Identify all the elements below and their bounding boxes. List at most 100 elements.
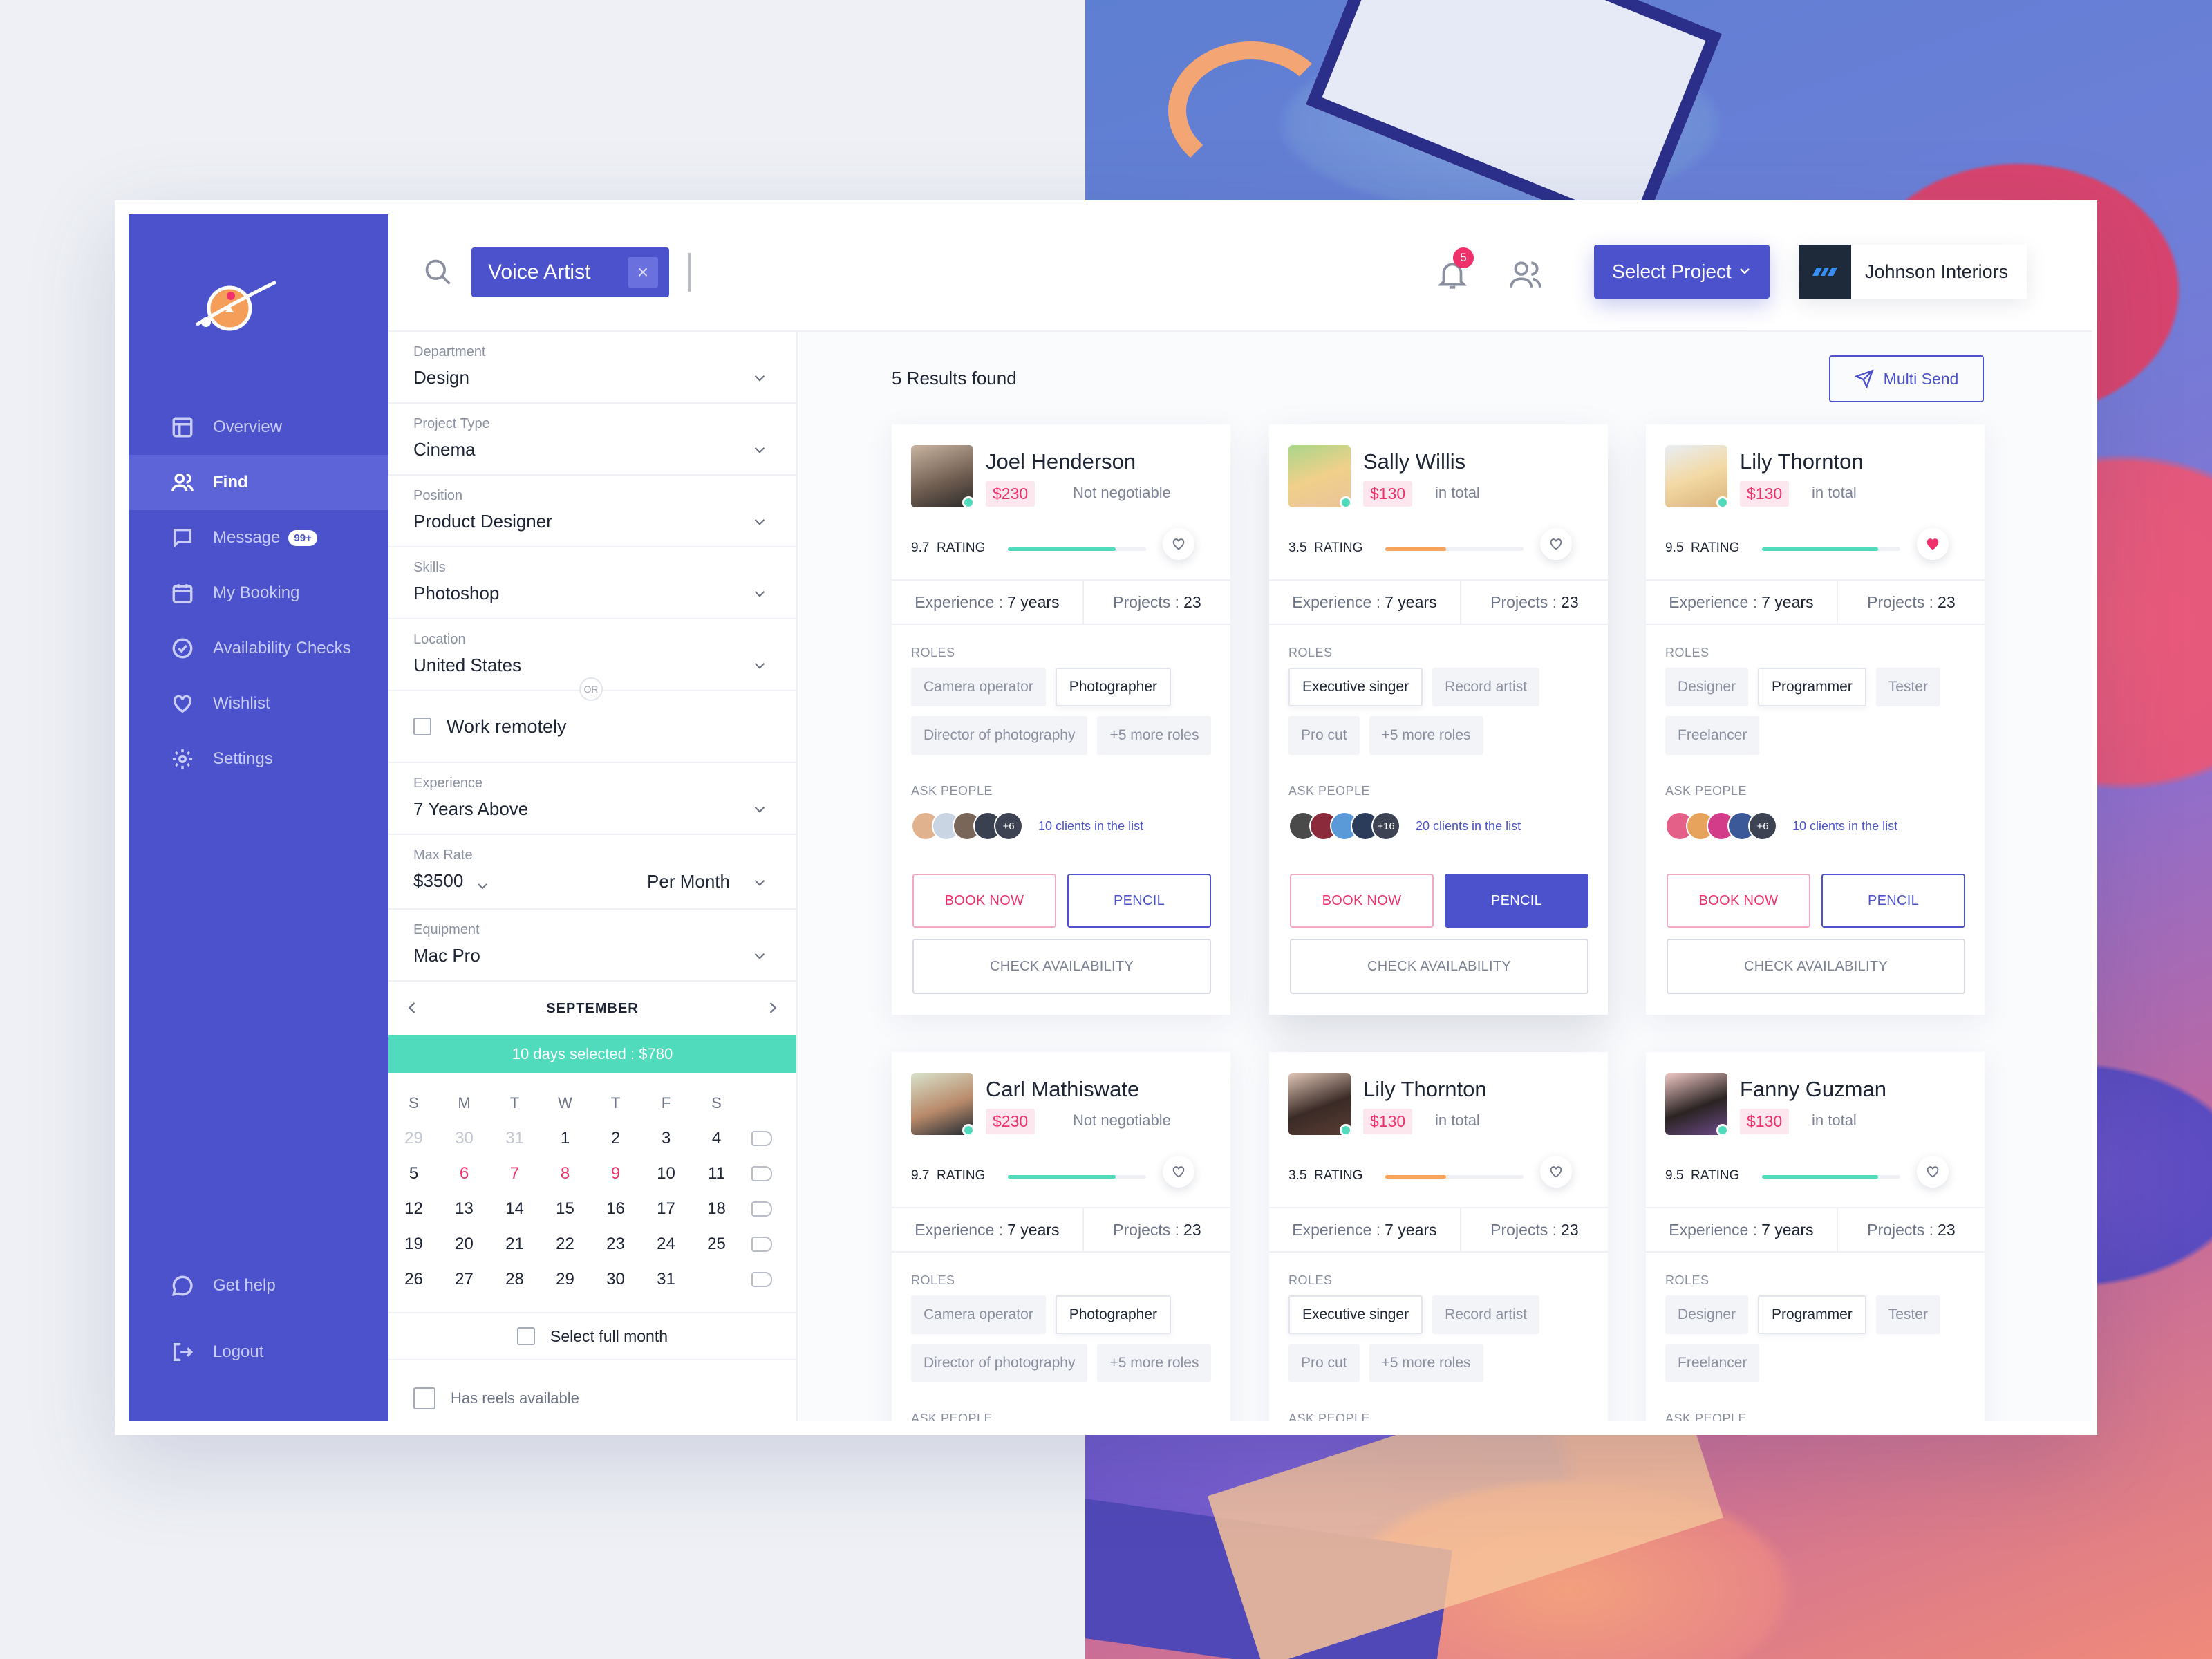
- calendar-day[interactable]: 14: [489, 1199, 540, 1219]
- role-tag[interactable]: Director of photography: [911, 1344, 1088, 1382]
- talent-card[interactable]: Fanny Guzman $130 in total 9.5 RATING Experi…: [1646, 1052, 1985, 1421]
- clients-link[interactable]: 10 clients in the list: [1038, 819, 1143, 834]
- talent-card[interactable]: Lily Thornton $130 in total 3.5 RATING Exper…: [1269, 1052, 1608, 1421]
- calendar-day[interactable]: 12: [388, 1199, 439, 1219]
- pencil-button[interactable]: PENCIL: [1821, 874, 1965, 928]
- role-tag[interactable]: Designer: [1665, 1295, 1749, 1334]
- calendar-day[interactable]: 11: [691, 1164, 742, 1183]
- max-rate-select[interactable]: $3500: [413, 870, 463, 892]
- role-tag[interactable]: Record artist: [1432, 668, 1540, 706]
- talent-card[interactable]: Lily Thornton $130 in total 9.5 RATING Exper…: [1646, 424, 1985, 1015]
- search-input[interactable]: [688, 253, 691, 292]
- role-tag[interactable]: Executive singer: [1288, 1295, 1423, 1334]
- role-tag[interactable]: Photographer: [1055, 1295, 1172, 1334]
- calendar-day[interactable]: 27: [439, 1270, 489, 1289]
- calendar-day[interactable]: 10: [641, 1164, 691, 1183]
- department-select[interactable]: Department Design: [388, 332, 796, 404]
- calendar-day[interactable]: 30: [439, 1129, 489, 1148]
- calendar-day[interactable]: 17: [641, 1199, 691, 1219]
- select-full-month-checkbox[interactable]: [516, 1327, 535, 1345]
- calendar-day[interactable]: 29: [540, 1270, 590, 1289]
- role-tag[interactable]: +5 more roles: [1369, 716, 1483, 755]
- chevron-left-icon[interactable]: [402, 998, 422, 1018]
- role-tag[interactable]: Programmer: [1758, 1295, 1866, 1334]
- calendar-day[interactable]: 21: [489, 1235, 540, 1254]
- role-tag[interactable]: Tester: [1875, 668, 1940, 706]
- has-reels-checkbox[interactable]: [413, 1387, 435, 1409]
- nav-my-booking[interactable]: My Booking: [129, 565, 388, 621]
- nav-wishlist[interactable]: Wishlist: [129, 676, 388, 731]
- role-tag[interactable]: Freelancer: [1665, 1344, 1760, 1382]
- wishlist-button[interactable]: [1917, 1156, 1949, 1188]
- calendar-day[interactable]: 8: [540, 1164, 590, 1183]
- select-project-button[interactable]: Select Project: [1594, 245, 1770, 299]
- role-tag[interactable]: Tester: [1875, 1295, 1940, 1334]
- nav-settings[interactable]: Settings: [129, 731, 388, 787]
- calendar-day[interactable]: 20: [439, 1235, 489, 1254]
- wishlist-button[interactable]: [1163, 1156, 1194, 1188]
- calendar-day[interactable]: 4: [691, 1129, 742, 1148]
- calendar-day[interactable]: 9: [590, 1164, 641, 1183]
- calendar-day[interactable]: 5: [388, 1164, 439, 1183]
- nav-logout[interactable]: Logout: [129, 1324, 388, 1380]
- check-availability-button[interactable]: CHECK AVAILABILITY: [912, 939, 1211, 994]
- company-switcher[interactable]: Johnson Interiors: [1799, 245, 2027, 299]
- pencil-button[interactable]: PENCIL: [1445, 874, 1588, 928]
- role-tag[interactable]: Programmer: [1758, 668, 1866, 706]
- skills-select[interactable]: Skills Photoshop: [388, 547, 796, 619]
- calendar-day[interactable]: 3: [641, 1129, 691, 1148]
- talent-card[interactable]: Joel Henderson $230 Not negotiable 9.7 RATI…: [892, 424, 1230, 1015]
- calendar-day[interactable]: 2: [590, 1129, 641, 1148]
- calendar-day[interactable]: 30: [590, 1270, 641, 1289]
- pencil-button[interactable]: PENCIL: [1067, 874, 1211, 928]
- talent-name[interactable]: Lily Thornton: [1740, 449, 1864, 474]
- avatar[interactable]: [1665, 445, 1727, 507]
- week-tag-icon[interactable]: [751, 1130, 772, 1146]
- avatar[interactable]: [1288, 1073, 1351, 1135]
- project-type-select[interactable]: Project Type Cinema: [388, 404, 796, 476]
- week-tag-icon[interactable]: [751, 1236, 772, 1252]
- nav-message[interactable]: Message 99+: [129, 510, 388, 565]
- wishlist-button[interactable]: [1917, 528, 1949, 560]
- role-tag[interactable]: Camera operator: [911, 668, 1046, 706]
- calendar-day[interactable]: 26: [388, 1270, 439, 1289]
- week-tag-icon[interactable]: [751, 1271, 772, 1287]
- app-logo[interactable]: [189, 270, 279, 339]
- multi-send-button[interactable]: Multi Send: [1829, 355, 1984, 402]
- talent-name[interactable]: Fanny Guzman: [1740, 1077, 1886, 1102]
- calendar-day[interactable]: 16: [590, 1199, 641, 1219]
- role-tag[interactable]: Pro cut: [1288, 716, 1360, 755]
- role-tag[interactable]: Director of photography: [911, 716, 1088, 755]
- check-availability-button[interactable]: CHECK AVAILABILITY: [1667, 939, 1965, 994]
- nav-find[interactable]: Find: [129, 455, 388, 510]
- role-tag[interactable]: +5 more roles: [1369, 1344, 1483, 1382]
- calendar-day[interactable]: 22: [540, 1235, 590, 1254]
- wishlist-button[interactable]: [1540, 1156, 1572, 1188]
- talent-name[interactable]: Carl Mathiswate: [986, 1077, 1139, 1102]
- close-icon[interactable]: ×: [628, 257, 658, 288]
- role-tag[interactable]: Executive singer: [1288, 668, 1423, 706]
- avatar[interactable]: [911, 1073, 973, 1135]
- team-icon[interactable]: [1508, 257, 1543, 292]
- calendar-day[interactable]: 19: [388, 1235, 439, 1254]
- has-reels-row[interactable]: Has reels available: [388, 1374, 796, 1421]
- work-remotely-checkbox[interactable]: [413, 718, 431, 735]
- calendar-day[interactable]: 25: [691, 1235, 742, 1254]
- chevron-right-icon[interactable]: [763, 998, 782, 1018]
- calendar-day[interactable]: 1: [540, 1129, 590, 1148]
- week-tag-icon[interactable]: [751, 1201, 772, 1217]
- calendar-day[interactable]: 15: [540, 1199, 590, 1219]
- talent-name[interactable]: Lily Thornton: [1363, 1077, 1487, 1102]
- nav-availability-checks[interactable]: Availability Checks: [129, 621, 388, 676]
- role-tag[interactable]: Pro cut: [1288, 1344, 1360, 1382]
- calendar-day[interactable]: 24: [641, 1235, 691, 1254]
- talent-name[interactable]: Sally Willis: [1363, 449, 1465, 474]
- book-now-button[interactable]: BOOK NOW: [912, 874, 1056, 928]
- role-tag[interactable]: +5 more roles: [1097, 716, 1212, 755]
- clients-link[interactable]: 20 clients in the list: [1416, 819, 1521, 834]
- talent-name[interactable]: Joel Henderson: [986, 449, 1136, 474]
- role-tag[interactable]: Freelancer: [1665, 716, 1760, 755]
- rate-period-select[interactable]: Per Month: [647, 871, 730, 892]
- calendar-day[interactable]: 13: [439, 1199, 489, 1219]
- role-tag[interactable]: Photographer: [1055, 668, 1172, 706]
